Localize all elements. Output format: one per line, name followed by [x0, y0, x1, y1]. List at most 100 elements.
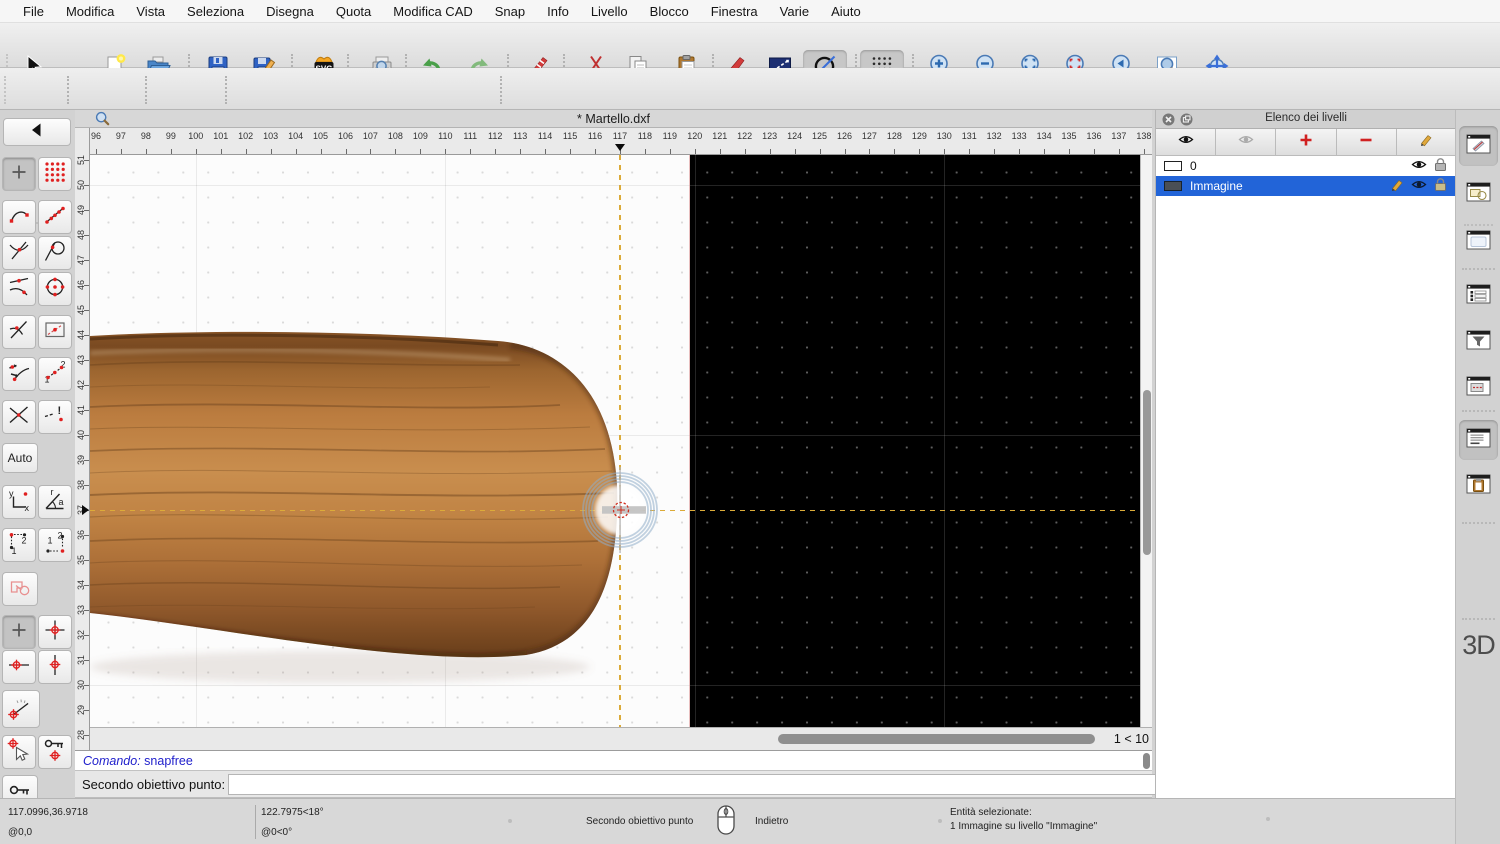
snap-middle-button[interactable]: 12 — [38, 357, 72, 391]
library-browser-dock-button[interactable] — [1459, 222, 1498, 262]
menu-info[interactable]: Info — [536, 4, 580, 19]
3d-view-button[interactable]: 3D — [1456, 630, 1500, 661]
options-drag-handle[interactable] — [4, 76, 6, 104]
snap-perpendicular-button[interactable] — [2, 315, 36, 349]
block-list-dock-button[interactable] — [1459, 174, 1498, 214]
ruler-label: 120 — [687, 131, 702, 141]
ruler-label: 117 — [613, 131, 627, 141]
coord-relative-alt-button[interactable]: 12 — [38, 528, 72, 562]
horizontal-scrollbar-thumb[interactable] — [778, 734, 1095, 744]
restrict-none-button[interactable] — [2, 572, 38, 606]
restrict-vertical-button[interactable] — [38, 650, 72, 684]
status-handle-dot — [508, 819, 512, 823]
layer-lock-icon[interactable] — [1433, 157, 1448, 175]
property-editor-dock-button[interactable] — [1459, 126, 1498, 166]
command-input[interactable] — [228, 774, 1199, 795]
menu-blocco[interactable]: Blocco — [639, 4, 700, 19]
snap-tangent-button[interactable] — [38, 236, 72, 270]
clipboard-panel-dock-button[interactable] — [1459, 466, 1498, 506]
ruler-label: 106 — [338, 131, 353, 141]
drawing-canvas[interactable] — [90, 155, 1140, 727]
vertical-scrollbar[interactable] — [1140, 155, 1152, 727]
menu-snap[interactable]: Snap — [484, 4, 536, 19]
coord-polar-button[interactable]: ra — [38, 485, 72, 519]
horizontal-scrollbar[interactable]: 1 < 10 — [90, 727, 1152, 750]
ruler-tick — [84, 735, 89, 736]
menu-disegna[interactable]: Disegna — [255, 4, 325, 19]
vertical-scrollbar-thumb[interactable] — [1143, 390, 1151, 555]
view-list-icon — [1465, 374, 1492, 403]
snap-endpoints-button[interactable] — [2, 200, 36, 234]
snap-auto-button[interactable] — [2, 357, 36, 391]
ruler-tick — [84, 410, 89, 411]
menu-finestra[interactable]: Finestra — [700, 4, 769, 19]
menu-file[interactable]: File — [12, 4, 55, 19]
edit-layer-button[interactable] — [1397, 129, 1456, 156]
layer-lock-icon[interactable] — [1433, 177, 1448, 195]
lock-relative-zero-icon — [42, 737, 68, 768]
coord-relative-button[interactable]: 12 — [2, 528, 36, 562]
restrict-orthogonal-button[interactable] — [38, 615, 72, 649]
ruler-label: 118 — [638, 131, 652, 141]
scroll-indicator: 1 < 10 — [1114, 732, 1149, 746]
menu-modifica-cad[interactable]: Modifica CAD — [382, 4, 483, 19]
menu-modifica[interactable]: Modifica — [55, 4, 125, 19]
back-arrow-icon — [24, 119, 50, 146]
restrict-free-button[interactable] — [2, 615, 36, 649]
toolbar-separator — [67, 76, 69, 104]
layer-row-immagine[interactable]: Immagine — [1156, 176, 1456, 196]
ruler-label: 133 — [1012, 131, 1027, 141]
selection-filter-dock-button[interactable] — [1459, 322, 1498, 362]
restrict-angle-button[interactable] — [2, 690, 40, 728]
layer-row-0[interactable]: 0 — [1156, 156, 1456, 176]
snap-center-icon — [42, 274, 68, 305]
snap-indicator — [560, 450, 680, 570]
coord-cartesian-button[interactable]: yx — [2, 485, 36, 519]
menu-vista[interactable]: Vista — [125, 4, 176, 19]
command-line-dock-button[interactable] — [1459, 420, 1498, 460]
menu-bar: FileModificaVistaSelezionaDisegnaQuotaMo… — [0, 0, 1500, 23]
show-all-layers-button[interactable] — [1156, 129, 1216, 156]
ruler-label: 99 — [166, 131, 176, 141]
main-toolbar: SVG — [0, 23, 1500, 68]
toolbar-separator — [145, 76, 147, 104]
grid-positioning-button[interactable] — [38, 157, 72, 191]
view-list-dock-button[interactable] — [1459, 368, 1498, 408]
remove-layer-button[interactable] — [1337, 129, 1397, 156]
ruler-label: 97 — [116, 131, 126, 141]
menu-quota[interactable]: Quota — [325, 4, 382, 19]
ruler-tick — [84, 685, 89, 686]
menu-seleziona[interactable]: Seleziona — [176, 4, 255, 19]
snap-intersection-manual-button[interactable]: ! — [38, 400, 72, 434]
free-positioning-button[interactable] — [2, 157, 36, 191]
snap-auto-button[interactable]: Auto — [2, 443, 38, 473]
menu-aiuto[interactable]: Aiuto — [820, 4, 872, 19]
hide-all-layers-button[interactable] — [1216, 129, 1276, 156]
snap-points-on-entity-button[interactable] — [38, 200, 72, 234]
toolbar-separator — [225, 76, 227, 104]
ruler-label: 122 — [737, 131, 752, 141]
layer-visibility-icon[interactable] — [1411, 178, 1427, 194]
snap-center-button[interactable] — [38, 272, 72, 306]
set-relative-zero-button[interactable] — [2, 735, 36, 769]
snap-intersection-button[interactable] — [2, 400, 36, 434]
snap-nearest-button[interactable] — [2, 272, 36, 306]
layer-visibility-icon[interactable] — [1411, 158, 1427, 174]
snap-intersection-auto-button[interactable] — [2, 236, 36, 270]
layer-edit-icon[interactable] — [1390, 177, 1405, 195]
selection-info-detail: 1 Immagine su livello "Immagine" — [950, 821, 1097, 832]
back-arrow-button[interactable] — [3, 118, 71, 146]
menu-livello[interactable]: Livello — [580, 4, 639, 19]
hammer-handle-image[interactable] — [90, 155, 1140, 727]
command-history-scrollbar-thumb[interactable] — [1143, 753, 1150, 769]
snap-reference-button[interactable] — [38, 315, 72, 349]
menu-varie[interactable]: Varie — [769, 4, 820, 19]
status-handle-dot2 — [938, 819, 942, 823]
lock-relative-zero-button[interactable] — [38, 735, 72, 769]
restrict-horizontal-button[interactable] — [2, 650, 36, 684]
command-line-icon — [1465, 426, 1492, 455]
command-history[interactable]: Comando: snapfree — [75, 750, 1152, 771]
toolbar-separator — [500, 76, 502, 104]
layer-list-dock-button[interactable] — [1459, 276, 1498, 316]
add-layer-button[interactable] — [1276, 129, 1336, 156]
